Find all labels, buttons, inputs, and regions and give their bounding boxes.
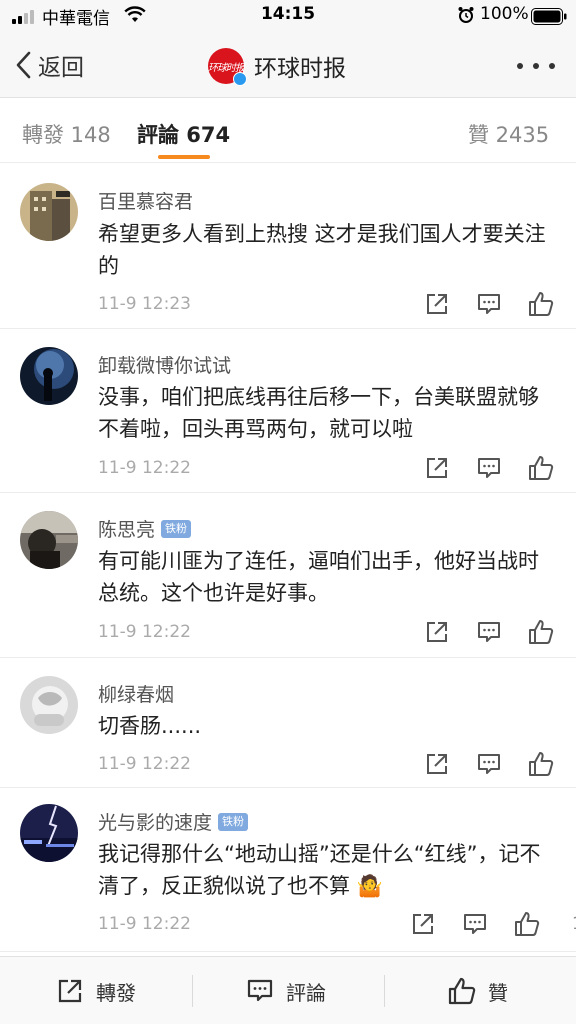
fan-badge: 铁粉 — [218, 812, 249, 831]
bottom-action-bar: 轉發 評論 贊 — [0, 956, 576, 1024]
alarm-icon — [458, 7, 474, 23]
share-icon[interactable] — [424, 619, 450, 645]
comment-icon[interactable] — [476, 619, 502, 645]
comment-actions — [424, 751, 554, 777]
comment-text: 我记得那什么“地动山摇”还是什么“红线”，记不清了，反正貌似说了也不算 🤷 — [98, 842, 541, 898]
share-icon[interactable] — [424, 291, 450, 317]
like-icon[interactable] — [514, 911, 540, 937]
tab-likes[interactable]: 贊 2435 — [468, 119, 549, 149]
battery-percent: 100% — [480, 4, 529, 24]
comment-time: 11-9 12:22 — [98, 622, 191, 642]
tab-comments[interactable]: 評論 674 — [137, 119, 230, 149]
comment-item: 光与影的速度 铁粉 我记得那什么“地动山摇”还是什么“红线”，记不清了，反正貌似… — [0, 788, 576, 952]
tab-reposts[interactable]: 轉發 148 — [22, 119, 111, 149]
status-bar: 中華電信 14:15 100% — [0, 0, 576, 32]
comment-author[interactable]: 百里慕容君 — [98, 187, 193, 214]
comment-text: 没事，咱们把底线再往后移一下，台美联盟就够不着啦，回头再骂两句，就可以啦 — [98, 385, 539, 441]
comment-item: 陈思亮 铁粉 有可能川匪为了连任，逼咱们出手，他好当战时总统。这个也许是好事。 … — [0, 493, 576, 658]
comment-icon[interactable] — [476, 751, 502, 777]
comment-actions — [424, 455, 554, 481]
comment-label: 評論 — [286, 980, 326, 1005]
avatar[interactable] — [20, 183, 78, 241]
comment-time: 11-9 12:22 — [98, 914, 191, 934]
account-header[interactable]: 环球时报 环球时报 — [208, 46, 346, 86]
tab-bar: 轉發 148 評論 674 贊 2435 — [0, 99, 576, 163]
more-icon[interactable] — [514, 60, 558, 72]
comment-actions: 1 — [410, 911, 576, 937]
share-icon[interactable] — [410, 911, 436, 937]
comment-author[interactable]: 卸载微博你试试 — [98, 351, 231, 378]
comment-author-row: 百里慕容君 — [98, 187, 193, 214]
chevron-left-icon — [16, 51, 31, 79]
battery-icon — [531, 8, 567, 25]
avatar[interactable] — [20, 347, 78, 405]
comment-icon — [247, 979, 273, 1002]
comment-text: 切香肠...... — [98, 714, 202, 738]
divider — [192, 975, 193, 1007]
comment-actions — [424, 291, 554, 317]
comment-list: 百里慕容君 希望更多人看到上热搜 这才是我们国人才要关注的 11-9 12:23… — [0, 164, 576, 952]
comment-author-row: 陈思亮 铁粉 — [98, 515, 192, 542]
comment-text: 有可能川匪为了连任，逼咱们出手，他好当战时总统。这个也许是好事。 — [98, 549, 539, 605]
divider — [384, 975, 385, 1007]
like-icon — [448, 977, 476, 1005]
comment-time: 11-9 12:22 — [98, 458, 191, 478]
like-label: 贊 — [488, 980, 508, 1005]
active-tab-indicator — [158, 155, 210, 159]
repost-button[interactable]: 轉發 — [56, 977, 136, 1005]
back-label: 返回 — [38, 55, 84, 81]
comment-item: 卸载微博你试试 没事，咱们把底线再往后移一下，台美联盟就够不着啦，回头再骂两句，… — [0, 329, 576, 493]
comment-author-row: 柳绿春烟 — [98, 680, 174, 707]
comment-author-row: 光与影的速度 铁粉 — [98, 808, 249, 835]
repost-icon — [58, 979, 82, 1003]
nav-bar: 返回 环球时报 环球时报 — [0, 32, 576, 98]
avatar[interactable] — [20, 511, 78, 569]
avatar[interactable] — [20, 676, 78, 734]
comment-actions — [424, 619, 554, 645]
comment-icon[interactable] — [476, 455, 502, 481]
share-icon[interactable] — [424, 751, 450, 777]
share-icon[interactable] — [424, 455, 450, 481]
like-button[interactable]: 贊 — [448, 977, 508, 1005]
comment-author-row: 卸载微博你试试 — [98, 351, 231, 378]
like-icon[interactable] — [528, 751, 554, 777]
like-icon[interactable] — [528, 291, 554, 317]
avatar[interactable] — [20, 804, 78, 862]
comment-author[interactable]: 光与影的速度 — [98, 808, 212, 835]
account-avatar: 环球时报 — [208, 48, 247, 86]
comment-item: 百里慕容君 希望更多人看到上热搜 这才是我们国人才要关注的 11-9 12:23 — [0, 164, 576, 329]
comment-text: 希望更多人看到上热搜 这才是我们国人才要关注的 — [98, 222, 546, 278]
like-icon[interactable] — [528, 455, 554, 481]
comment-author[interactable]: 陈思亮 — [98, 515, 155, 542]
comment-time: 11-9 12:23 — [98, 294, 191, 314]
like-icon[interactable] — [528, 619, 554, 645]
comment-author[interactable]: 柳绿春烟 — [98, 680, 174, 707]
like-count: 1 — [572, 914, 576, 934]
comment-icon[interactable] — [476, 291, 502, 317]
back-button[interactable]: 返回 — [14, 48, 84, 82]
page-title: 环球时报 — [254, 56, 346, 82]
comment-button[interactable]: 評論 — [246, 977, 326, 1005]
repost-label: 轉發 — [96, 980, 136, 1005]
comment-time: 11-9 12:22 — [98, 754, 191, 774]
comment-item: 柳绿春烟 切香肠...... 11-9 12:22 — [0, 658, 576, 788]
verified-icon — [233, 72, 247, 86]
fan-badge: 铁粉 — [161, 519, 192, 538]
comment-icon[interactable] — [462, 911, 488, 937]
